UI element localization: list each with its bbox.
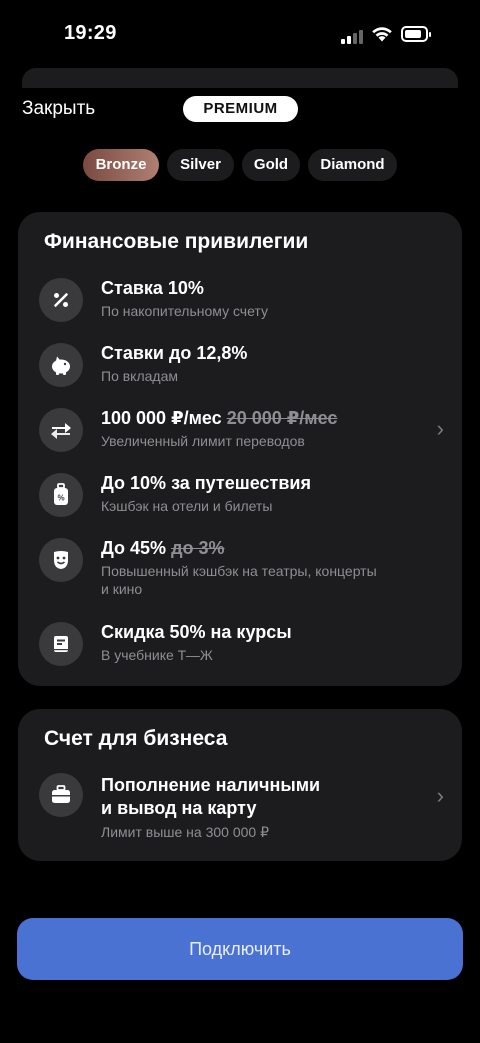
book-icon [39, 622, 83, 666]
wifi-icon [372, 27, 392, 42]
privilege-title-line: До 45% до 3% [101, 538, 225, 559]
financial-card-title: Финансовые привилегии [44, 230, 309, 253]
status-bar: 19:29 [0, 0, 480, 64]
privilege-title: До 10% за путешествия [101, 473, 311, 493]
battery-icon [401, 26, 431, 42]
privilege-subtitle-line2: и кино [101, 581, 143, 597]
premium-badge: PREMIUM [183, 96, 298, 122]
privilege-title: Ставки до 12,8% [101, 343, 248, 363]
privilege-subtitle: В учебнике Т—Ж [101, 647, 213, 663]
privilege-theater-cashback: До 45% до 3% Повышенный кэшбэк на театры… [18, 538, 462, 608]
business-item-title-line1: Пополнение наличными [101, 775, 321, 795]
old-value-strikethrough: до 3% [171, 538, 225, 558]
privilege-title: До 45% [101, 538, 167, 558]
business-card-title: Счет для бизнеса [44, 727, 228, 750]
percent-icon [39, 278, 83, 322]
privilege-title-line: 100 000 ₽/мес 20 000 ₽/мес [101, 408, 337, 429]
chevron-right-icon: › [436, 416, 444, 441]
privilege-title: Скидка 50% на курсы [101, 622, 292, 642]
old-value-strikethrough: 20 000 ₽/мес [226, 408, 338, 428]
briefcase-icon [39, 773, 83, 817]
privilege-subtitle: По накопительному счету [101, 303, 268, 319]
privilege-title: 100 000 ₽/мес [101, 408, 222, 428]
status-time: 19:29 [64, 22, 117, 44]
privilege-subtitle: Повышенный кэшбэк на театры, концерты [101, 563, 377, 579]
privilege-deposit-rate: Ставки до 12,8% По вкладам [18, 343, 462, 393]
tier-selector: Bronze Silver Gold Diamond [0, 149, 480, 181]
chevron-right-icon: › [436, 783, 444, 808]
transfer-arrows-icon [39, 408, 83, 452]
business-item-title-line2: и вывод на карту [101, 798, 257, 818]
privilege-travel-cashback: % До 10% за путешествия Кэшбэк на отели … [18, 473, 462, 523]
tier-bronze[interactable]: Bronze [83, 149, 159, 181]
tier-silver[interactable]: Silver [167, 149, 234, 181]
privilege-subtitle: По вкладам [101, 368, 178, 384]
tier-gold[interactable]: Gold [242, 149, 300, 181]
business-item-subtitle: Лимит выше на 300 000 ₽ [101, 824, 269, 840]
luggage-icon: % [39, 473, 83, 517]
privilege-subtitle: Увеличенный лимит переводов [101, 433, 305, 449]
privilege-transfer-limit[interactable]: 100 000 ₽/мес 20 000 ₽/мес Увеличенный л… [18, 408, 462, 458]
business-account-card: Счет для бизнеса Пополнение наличными и … [18, 709, 462, 861]
cellular-signal-icon [341, 28, 365, 44]
business-cash-withdrawal-row[interactable]: Пополнение наличными и вывод на карту Ли… [18, 773, 462, 843]
close-button[interactable]: Закрыть [22, 98, 95, 120]
privilege-title: Ставка 10% [101, 278, 204, 298]
financial-privileges-card: Финансовые привилегии Ставка 10% По нако… [18, 212, 462, 686]
connect-button[interactable]: Подключить [17, 918, 463, 980]
theater-mask-icon [39, 538, 83, 582]
privilege-course-discount: Скидка 50% на курсы В учебнике Т—Ж [18, 622, 462, 672]
privilege-subtitle: Кэшбэк на отели и билеты [101, 498, 273, 514]
background-sheet-edge [22, 68, 458, 88]
tier-diamond[interactable]: Diamond [308, 149, 397, 181]
privilege-savings-rate: Ставка 10% По накопительному счету [18, 278, 462, 328]
svg-text:%: % [57, 494, 64, 503]
piggy-bank-icon [39, 343, 83, 387]
